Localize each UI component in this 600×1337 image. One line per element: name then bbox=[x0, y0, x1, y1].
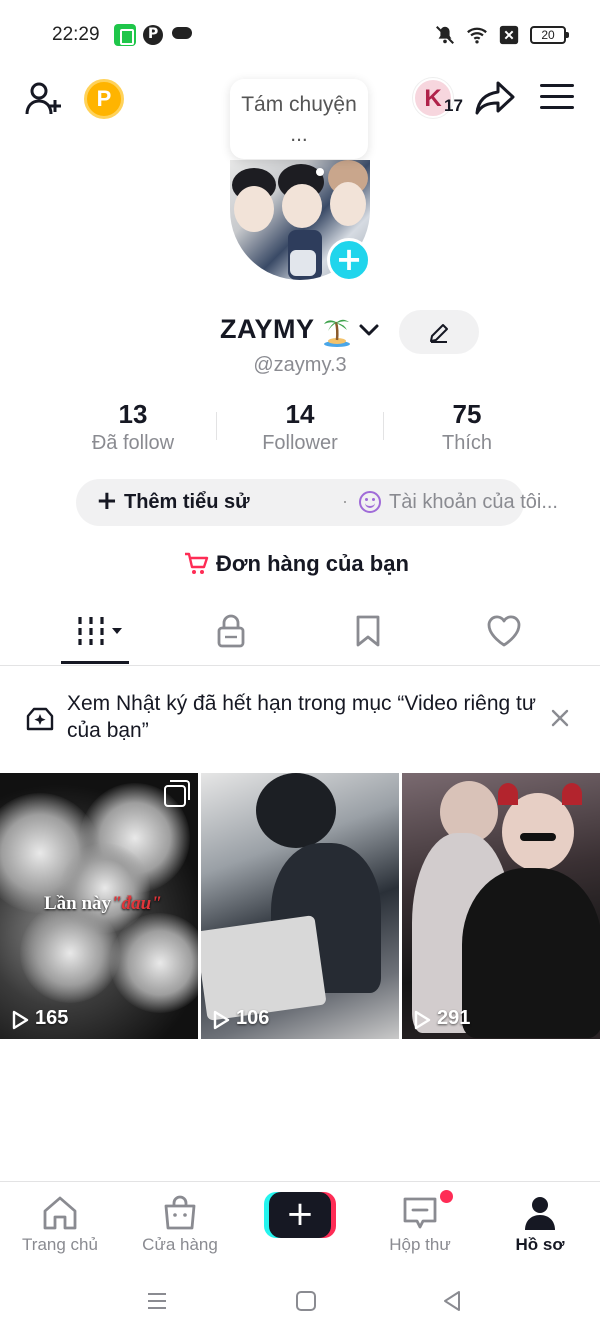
no-sim-icon bbox=[499, 25, 519, 45]
account-info-link[interactable]: Tài khoản của tôi... bbox=[389, 491, 558, 514]
close-icon[interactable] bbox=[548, 706, 572, 730]
video-tile[interactable]: 106 bbox=[201, 773, 399, 1039]
nav-shop-label: Cửa hàng bbox=[142, 1235, 218, 1254]
bottom-nav: Trang chủ Cửa hàng + Hộp thư Hồ sơ bbox=[0, 1181, 600, 1269]
nav-inbox-label: Hộp thư bbox=[389, 1235, 451, 1254]
edit-profile-button[interactable] bbox=[399, 310, 479, 354]
video-caption: Lần này"đau" bbox=[44, 893, 162, 914]
battery-indicator: 20 bbox=[530, 26, 569, 44]
content-tabs bbox=[0, 600, 600, 666]
nav-shop[interactable]: Cửa hàng bbox=[120, 1182, 240, 1270]
tab-private[interactable] bbox=[164, 600, 298, 666]
nav-profile-label: Hồ sơ bbox=[515, 1235, 565, 1254]
nav-profile[interactable]: Hồ sơ bbox=[480, 1182, 600, 1270]
shop-icon bbox=[164, 1195, 196, 1230]
note-dot bbox=[316, 168, 324, 176]
bio-separator: · bbox=[342, 491, 348, 511]
name-row: ZAYMY bbox=[0, 310, 600, 354]
wifi-icon bbox=[467, 27, 487, 44]
play-icon bbox=[414, 1010, 431, 1030]
video-tile[interactable]: 291 bbox=[402, 773, 600, 1039]
tab-videos[interactable] bbox=[28, 600, 162, 666]
video-tile[interactable]: Lần này"đau" 165 bbox=[0, 773, 198, 1039]
add-bio-button[interactable]: Thêm tiểu sử bbox=[124, 491, 250, 514]
nav-inbox[interactable]: Hộp thư bbox=[360, 1182, 480, 1270]
followers-label: Follower bbox=[262, 432, 338, 454]
status-time: 22:29 bbox=[52, 24, 100, 45]
pencil-icon bbox=[430, 324, 448, 343]
grid-icon bbox=[78, 617, 122, 645]
cloud-icon bbox=[172, 27, 192, 39]
app-notification-icon bbox=[114, 24, 136, 46]
likes-stat[interactable]: 75 Thích bbox=[384, 398, 550, 456]
coin-icon[interactable]: P bbox=[84, 79, 124, 119]
recent-apps-icon[interactable] bbox=[145, 1289, 169, 1313]
add-friend-icon[interactable] bbox=[24, 79, 64, 119]
island-emoji-icon bbox=[324, 319, 350, 347]
add-story-button[interactable]: + bbox=[327, 238, 371, 282]
username: @zaymy.3 bbox=[253, 354, 347, 376]
smile-icon bbox=[359, 491, 381, 513]
fan-count: 17 bbox=[444, 96, 463, 115]
lock-icon bbox=[217, 614, 245, 648]
nav-home[interactable]: Trang chủ bbox=[0, 1182, 120, 1270]
create-button[interactable]: + bbox=[264, 1192, 336, 1238]
heart-icon bbox=[487, 615, 521, 647]
banner-text: Xem Nhật ký đã hết hạn trong mục “Video … bbox=[67, 692, 536, 742]
followers-stat[interactable]: 14 Follower bbox=[217, 398, 383, 456]
add-bio-plus-icon[interactable]: + bbox=[96, 488, 118, 514]
orders-label: Đơn hàng của bạn bbox=[216, 551, 409, 576]
bio-pill: + Thêm tiểu sử · Tài khoản của tôi... bbox=[76, 479, 558, 526]
following-count: 13 bbox=[118, 399, 148, 429]
share-icon[interactable] bbox=[474, 78, 516, 118]
display-name: ZAYMY bbox=[220, 314, 315, 344]
system-nav-bar bbox=[0, 1269, 600, 1337]
tab-liked[interactable] bbox=[436, 600, 570, 666]
orders-link[interactable]: Đơn hàng của bạn bbox=[0, 548, 600, 580]
profile-stats: 13 Đã follow 14 Follower 75 Thích bbox=[50, 398, 550, 458]
create-icon: + bbox=[269, 1192, 331, 1238]
home-icon bbox=[43, 1196, 77, 1230]
notification-dot bbox=[440, 1190, 453, 1203]
inbox-icon bbox=[403, 1197, 437, 1229]
status-bar: 22:29 20 bbox=[0, 0, 600, 70]
video-grid: Lần này"đau" 165 106 291 bbox=[0, 773, 600, 1039]
home-button-icon[interactable] bbox=[294, 1289, 318, 1313]
likes-count: 75 bbox=[452, 399, 482, 429]
note-bubble[interactable]: Tám chuyện ... bbox=[230, 79, 368, 159]
chevron-down-icon[interactable] bbox=[358, 322, 380, 338]
back-icon[interactable] bbox=[440, 1289, 464, 1313]
likes-label: Thích bbox=[441, 432, 493, 454]
play-icon bbox=[12, 1010, 29, 1030]
sparkle-icon bbox=[26, 707, 54, 731]
menu-icon[interactable] bbox=[540, 84, 574, 112]
cart-icon bbox=[185, 552, 209, 574]
active-tab-indicator bbox=[61, 661, 129, 664]
bookmark-icon bbox=[356, 615, 380, 647]
play-icon bbox=[213, 1010, 230, 1030]
expired-diary-banner[interactable]: Xem Nhật ký đã hết hạn trong mục “Video … bbox=[0, 678, 600, 760]
following-label: Đã follow bbox=[91, 432, 175, 454]
mute-icon bbox=[436, 26, 454, 44]
following-stat[interactable]: 13 Đã follow bbox=[50, 398, 216, 456]
multi-photo-icon bbox=[164, 780, 190, 807]
pinterest-icon bbox=[143, 25, 163, 45]
nav-home-label: Trang chủ bbox=[22, 1235, 98, 1254]
tab-saved[interactable] bbox=[300, 600, 434, 666]
followers-count: 14 bbox=[285, 399, 315, 429]
profile-icon bbox=[525, 1197, 555, 1230]
